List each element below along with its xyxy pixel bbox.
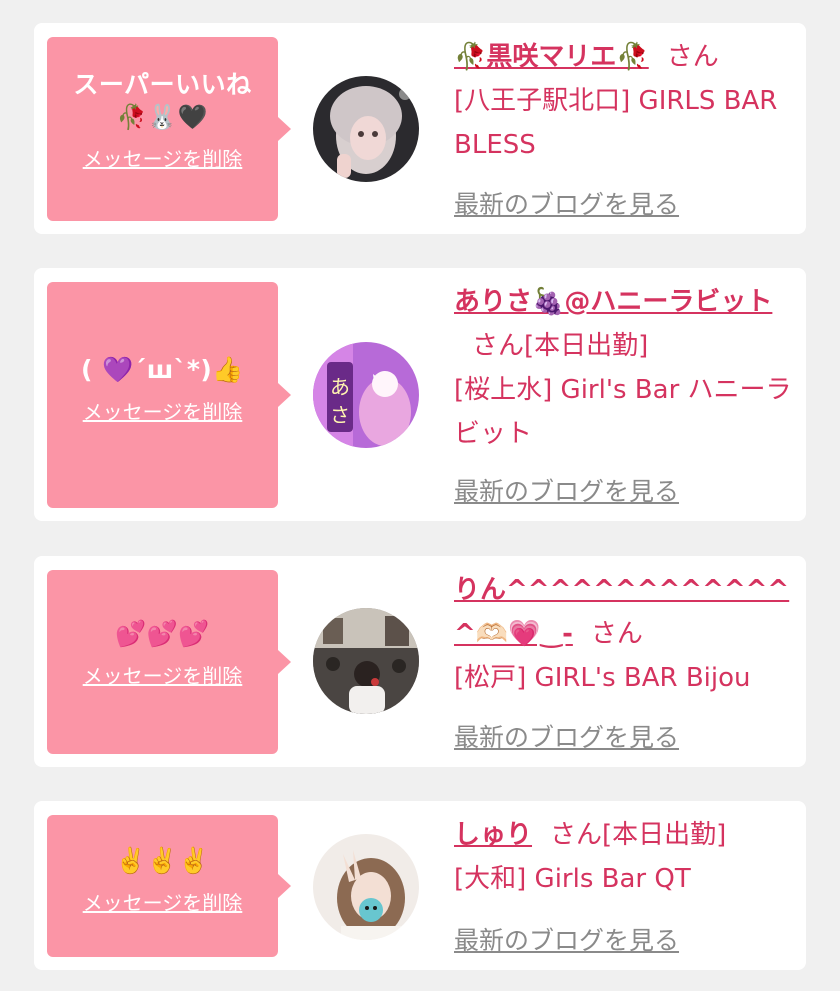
- message-card: 💕💕💕 メッセージを削除 りん^^^^^^^^^^^^^^🫶🏻💗‿- さん [松戸…: [34, 556, 806, 767]
- honorific: さん: [666, 42, 719, 72]
- message-text: ✌️✌️✌️: [115, 846, 210, 875]
- user-info: ありさ🍇@ハニーラビットさん[本日出勤] [桜上水] Girl's Bar ハニ…: [454, 280, 794, 456]
- shop-name: [桜上水] Girl's Bar ハニーラビット: [454, 375, 792, 449]
- message-bubble: スーパーいいね 🥀🐰🖤 メッセージを削除: [47, 37, 291, 221]
- avatar[interactable]: [313, 608, 419, 714]
- user-info: しゅり さん[本日出勤] [大和] Girls Bar QT: [454, 813, 794, 901]
- shop-name: [大和] Girls Bar QT: [454, 864, 691, 894]
- user-info: 🥀黒咲マリエ🥀 さん [八王子駅北口] GIRLS BAR BLESS: [454, 35, 794, 167]
- delete-message-link[interactable]: メッセージを削除: [47, 143, 278, 172]
- user-info: りん^^^^^^^^^^^^^^🫶🏻💗‿- さん [松戸] GIRL's BAR …: [454, 568, 794, 700]
- message-emoji: 🥀🐰🖤: [116, 103, 209, 131]
- delete-message-link[interactable]: メッセージを削除: [47, 660, 278, 689]
- honorific: さん: [550, 820, 603, 850]
- user-name-link[interactable]: しゅり: [454, 820, 532, 850]
- user-name-link[interactable]: 🥀黒咲マリエ🥀: [454, 42, 649, 72]
- avatar[interactable]: [313, 834, 419, 940]
- status-badge: [本日出勤]: [602, 820, 727, 850]
- message-bubble: ( 💜´ш`*)👍 メッセージを削除: [47, 282, 291, 508]
- view-blog-link[interactable]: 最新のブログを見る: [454, 718, 679, 754]
- message-bubble: 💕💕💕 メッセージを削除: [47, 570, 291, 754]
- svg-text:さ: さ: [330, 403, 350, 427]
- message-text: 💕💕💕: [115, 619, 210, 648]
- view-blog-link[interactable]: 最新のブログを見る: [454, 185, 679, 221]
- message-card: ( 💜´ш`*)👍 メッセージを削除 あ さ ありさ🍇@ハニーラビットさん[本日…: [34, 268, 806, 521]
- message-text: スーパーいいね: [73, 70, 252, 99]
- user-name-link[interactable]: ありさ🍇@ハニーラビット: [454, 287, 772, 317]
- message-card: ✌️✌️✌️ メッセージを削除 しゅり さん[本日出勤] [大和] Girls B…: [34, 801, 806, 970]
- delete-message-link[interactable]: メッセージを削除: [47, 396, 278, 425]
- honorific: さん: [472, 331, 525, 361]
- avatar[interactable]: あ さ: [313, 342, 419, 448]
- message-bubble: ✌️✌️✌️ メッセージを削除: [47, 815, 291, 957]
- shop-name: [松戸] GIRL's BAR Bijou: [454, 663, 751, 693]
- view-blog-link[interactable]: 最新のブログを見る: [454, 921, 679, 957]
- svg-text:あ: あ: [330, 375, 350, 399]
- honorific: さん: [590, 619, 643, 649]
- message-card: スーパーいいね 🥀🐰🖤 メッセージを削除 🥀黒咲マリエ🥀 さん [八王子駅北口] …: [34, 23, 806, 234]
- message-text: ( 💜´ш`*)👍: [81, 355, 244, 384]
- delete-message-link[interactable]: メッセージを削除: [47, 887, 278, 916]
- view-blog-link[interactable]: 最新のブログを見る: [454, 472, 679, 508]
- avatar[interactable]: [313, 76, 419, 182]
- status-badge: [本日出勤]: [524, 331, 649, 361]
- shop-name: [八王子駅北口] GIRLS BAR BLESS: [454, 86, 778, 160]
